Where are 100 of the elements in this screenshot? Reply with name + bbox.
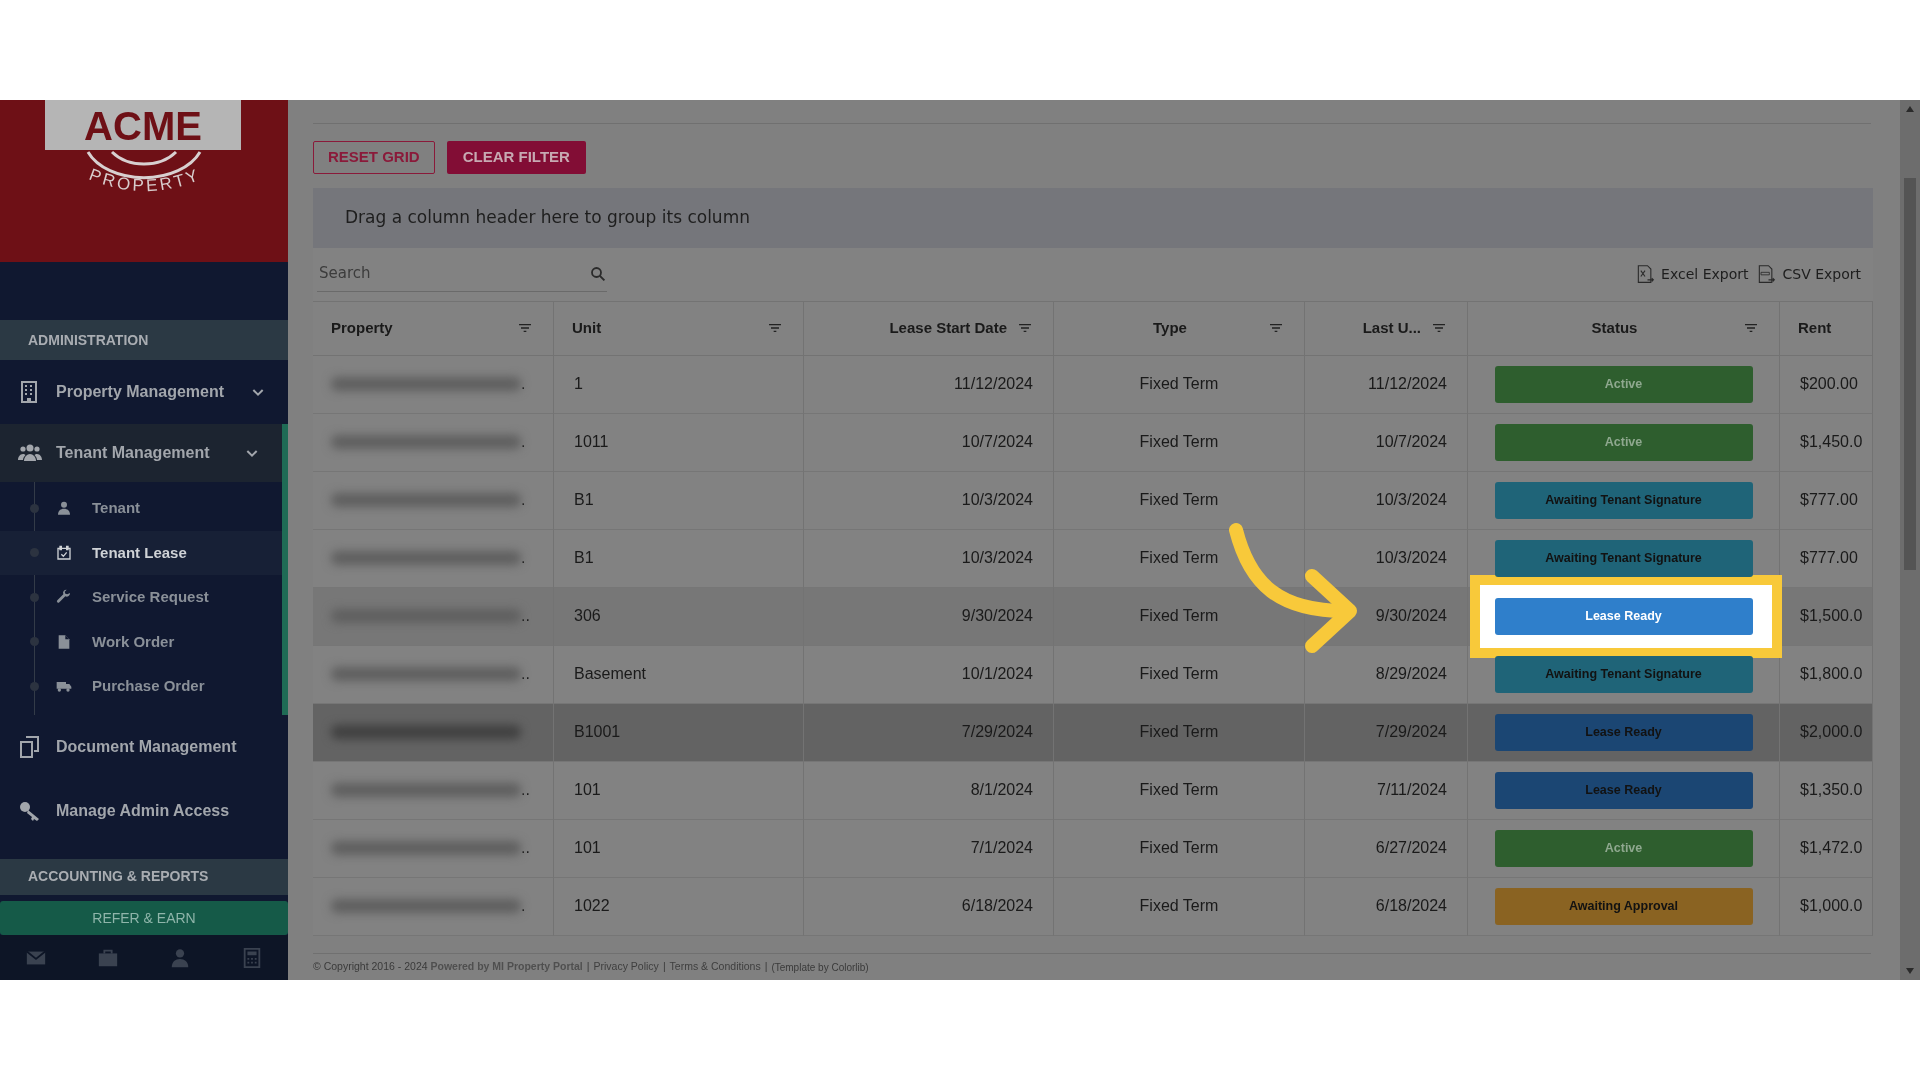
group-panel-hint: Drag a column header here to group its column: [313, 187, 1873, 248]
column-header[interactable]: Rent: [1780, 301, 1873, 356]
table-cell-text: 7/11/2024: [1377, 780, 1447, 800]
separator: |: [662, 959, 666, 975]
submenu-item[interactable]: Purchase Order: [0, 664, 282, 709]
table-cell-text: Basement: [574, 664, 647, 684]
table-cell-text: 11/12/2024: [1368, 374, 1447, 394]
separator: |: [586, 959, 590, 975]
clear-filter-button[interactable]: CLEAR FILTER: [446, 141, 586, 174]
table-cell-text: 10/1/2024: [961, 664, 1033, 684]
table-cell-text: 9/30/2024: [1375, 606, 1447, 626]
table-cell-text: Fixed Term: [1139, 896, 1219, 916]
tree-node-dot: [30, 681, 39, 691]
table-cell-text: Fixed Term: [1139, 374, 1219, 394]
footer-link[interactable]: Terms & Conditions: [669, 959, 761, 975]
footer-link[interactable]: Privacy Policy: [593, 959, 659, 975]
section-heading: ACCOUNTING & REPORTS: [0, 858, 288, 895]
submenu-item[interactable]: Work Order: [0, 619, 282, 664]
csv-export-button[interactable]: CSV Export: [1752, 263, 1865, 285]
column-header[interactable]: Status: [1468, 301, 1780, 356]
status-badge: Lease Ready: [1494, 771, 1753, 809]
table-cell-text: .: [521, 896, 526, 916]
table-cell-text: 10/7/2024: [1375, 432, 1447, 452]
table-cell-text: 6/18/2024: [961, 896, 1033, 916]
table-cell-text: 7/29/2024: [1375, 722, 1447, 742]
menu-item[interactable]: Tenant Management: [0, 424, 288, 482]
table-cell-text: Fixed Term: [1139, 664, 1219, 684]
table-cell-text: 10/3/2024: [1375, 548, 1447, 568]
table-cell-text: 10/7/2024: [961, 432, 1033, 452]
file-icon: [56, 633, 72, 650]
table-cell-text: 101: [574, 780, 601, 800]
column-header[interactable]: Lease Start Date: [804, 301, 1054, 356]
tree-node-dot: [30, 592, 39, 602]
table-cell-text: $1,350.0: [1800, 780, 1863, 800]
status-badge: Active: [1494, 365, 1753, 403]
menu-item[interactable]: Document Management: [0, 714, 288, 779]
calculator-icon[interactable]: [241, 946, 263, 969]
table-cell-text: $1,450.0: [1800, 432, 1863, 452]
status-badge: Lease Ready: [1494, 597, 1753, 635]
excel-export-button[interactable]: Excel Export: [1631, 263, 1753, 285]
table-cell-text: ..: [521, 664, 530, 684]
submenu-item[interactable]: Service Request: [0, 575, 282, 620]
csv-file-icon: [1756, 264, 1777, 284]
documents-icon: [18, 734, 42, 759]
column-header[interactable]: Type: [1054, 301, 1305, 356]
table-cell-text: B1001: [574, 722, 621, 742]
scrollbar-thumb[interactable]: [1904, 178, 1916, 570]
table-cell-text: 9/30/2024: [961, 606, 1033, 626]
table-cell-text: $1,800.0: [1800, 664, 1863, 684]
wrench-icon: [56, 589, 72, 606]
reset-grid-button[interactable]: RESET GRID: [313, 141, 435, 174]
table-cell-text: 8/29/2024: [1375, 664, 1447, 684]
table-cell-text: .: [521, 548, 526, 568]
menu-item[interactable]: Property Management: [0, 360, 288, 424]
table-cell-text: Fixed Term: [1139, 780, 1219, 800]
table-cell-text: 6/27/2024: [1375, 838, 1447, 858]
excel-file-icon: [1635, 264, 1656, 284]
column-header[interactable]: Property: [313, 301, 554, 356]
table-cell-text: 10/3/2024: [961, 548, 1033, 568]
table-cell-text: 8/1/2024: [970, 780, 1033, 800]
status-badge: Awaiting Tenant Signature: [1494, 481, 1753, 519]
calendar-check-icon: [56, 544, 72, 561]
table-cell-text: ..: [521, 780, 530, 800]
table-cell-text: $2,000.0: [1800, 722, 1863, 742]
search-icon: [589, 264, 607, 283]
submenu-item[interactable]: Tenant: [0, 486, 282, 531]
section-heading: ADMINISTRATION: [0, 320, 288, 360]
table-cell-text: .: [521, 490, 526, 510]
tree-node-dot: [30, 637, 39, 647]
status-badge: Awaiting Tenant Signature: [1494, 539, 1753, 577]
status-badge: Active: [1494, 423, 1753, 461]
search-input[interactable]: Search: [317, 261, 589, 286]
submenu-item[interactable]: Tenant Lease: [0, 530, 282, 575]
table-cell-text: 306: [574, 606, 601, 626]
table-cell-text: 101: [574, 838, 601, 858]
table-cell-text: $1,500.0: [1800, 606, 1863, 626]
status-badge: Lease Ready: [1494, 713, 1753, 751]
menu-item[interactable]: Manage Admin Access: [0, 778, 288, 843]
person-icon[interactable]: [169, 946, 191, 969]
table-cell-text: $1,472.0: [1800, 838, 1863, 858]
scrollbar[interactable]: [1900, 100, 1920, 980]
table-cell-text: 10/3/2024: [1375, 490, 1447, 510]
tree-node-dot: [30, 503, 39, 513]
table-cell-text: Fixed Term: [1139, 606, 1219, 626]
table-cell-text: 7/1/2024: [970, 838, 1033, 858]
column-header[interactable]: Unit: [554, 301, 804, 356]
status-badge: Active: [1494, 829, 1753, 867]
table-cell-text: 6/18/2024: [1375, 896, 1447, 916]
scroll-down-icon[interactable]: [1906, 968, 1914, 974]
column-header[interactable]: Last U...: [1305, 301, 1468, 356]
status-badge: Awaiting Approval: [1494, 887, 1753, 925]
refer-button[interactable]: REFER & EARN: [0, 901, 288, 935]
person-icon: [56, 500, 72, 517]
table-cell-text: 1011: [574, 432, 609, 452]
table-cell-text: Fixed Term: [1139, 838, 1219, 858]
table-cell-text: .: [521, 374, 526, 394]
table-cell-text: B1: [574, 490, 594, 510]
table-cell-text: Fixed Term: [1139, 548, 1219, 568]
search-field[interactable]: Search: [317, 256, 607, 292]
scroll-up-icon[interactable]: [1906, 106, 1914, 112]
